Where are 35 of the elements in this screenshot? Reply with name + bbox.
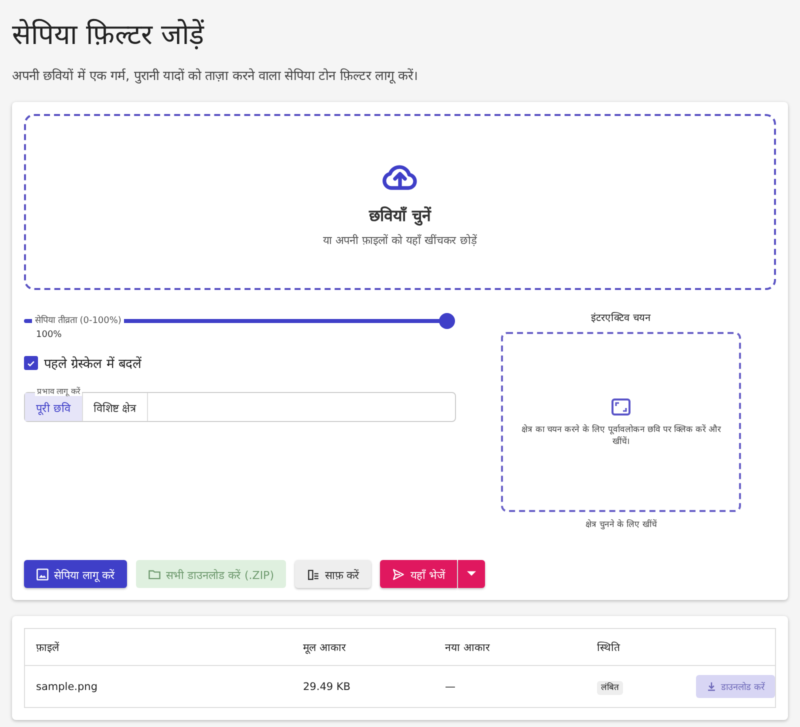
slider-value: 100% — [36, 330, 63, 340]
apply-button[interactable]: सेपिया लागू करें — [24, 560, 127, 588]
page-subtitle: अपनी छवियों में एक गर्म, पुरानी यादों को ताज़ा करने वाला सेपिया टोन फ़िल्टर लागू करें। — [12, 67, 420, 84]
group-legend: प्रभाव लागू करें — [35, 385, 82, 396]
selection-caption: क्षेत्र चुनने के लिए खींचें — [586, 518, 656, 530]
dropzone-hint: या अपनी फ़ाइलों को यहाँ खींचकर छोड़ें — [323, 232, 477, 246]
dropdown-button[interactable] — [458, 560, 485, 588]
folder-icon — [148, 568, 161, 580]
slider-thumb[interactable] — [439, 313, 455, 329]
column-header: नया आकार — [434, 628, 586, 666]
clear-button[interactable]: साफ़ करें — [294, 560, 372, 588]
send-button[interactable]: यहाँ भेजें — [380, 560, 457, 588]
image-icon — [36, 568, 49, 580]
section-title: इंटरएक्टिव चयन — [590, 311, 652, 324]
file-name-cell: sample.png — [24, 666, 292, 708]
slider-label: सेपिया तीव्रता (0-100%) — [32, 313, 124, 326]
clear-list-icon — [306, 568, 320, 580]
selection-area[interactable]: क्षेत्र का चयन करने के लिए पूर्वावलोकन छवि पर क्लिक करें और खींचें। — [501, 332, 741, 512]
status-chip: लंबित — [597, 680, 623, 694]
dropzone-heading: छवियाँ चुनें — [369, 204, 431, 226]
new-size-cell: — — [434, 666, 586, 708]
send-icon — [392, 568, 406, 580]
caret-icon — [466, 571, 476, 577]
crop-frame-icon — [611, 397, 631, 417]
checkbox-label: पहले ग्रेस्केल में बदलें — [44, 355, 142, 372]
dropzone[interactable]: छवियाँ चुनें या अपनी फ़ाइलों को यहाँ खींचकर छोड़ें — [24, 114, 776, 290]
checkbox[interactable] — [24, 356, 38, 370]
column-header: स्थिति — [586, 628, 652, 666]
download-icon — [706, 681, 718, 692]
column-header: फ़ाइलें — [24, 628, 292, 666]
selection-message: क्षेत्र का चयन करने के लिए पूर्वावलोकन छवि पर क्लिक करें और खींचें। — [520, 423, 722, 447]
original-size-cell: 29.49 KB — [292, 666, 434, 708]
page-title: सेपिया फ़िल्टर जोड़ें — [12, 17, 206, 52]
column-header: मूल आकार — [292, 628, 434, 666]
intensity-slider[interactable]: सेपिया तीव्रता (0-100%) — [24, 310, 456, 330]
